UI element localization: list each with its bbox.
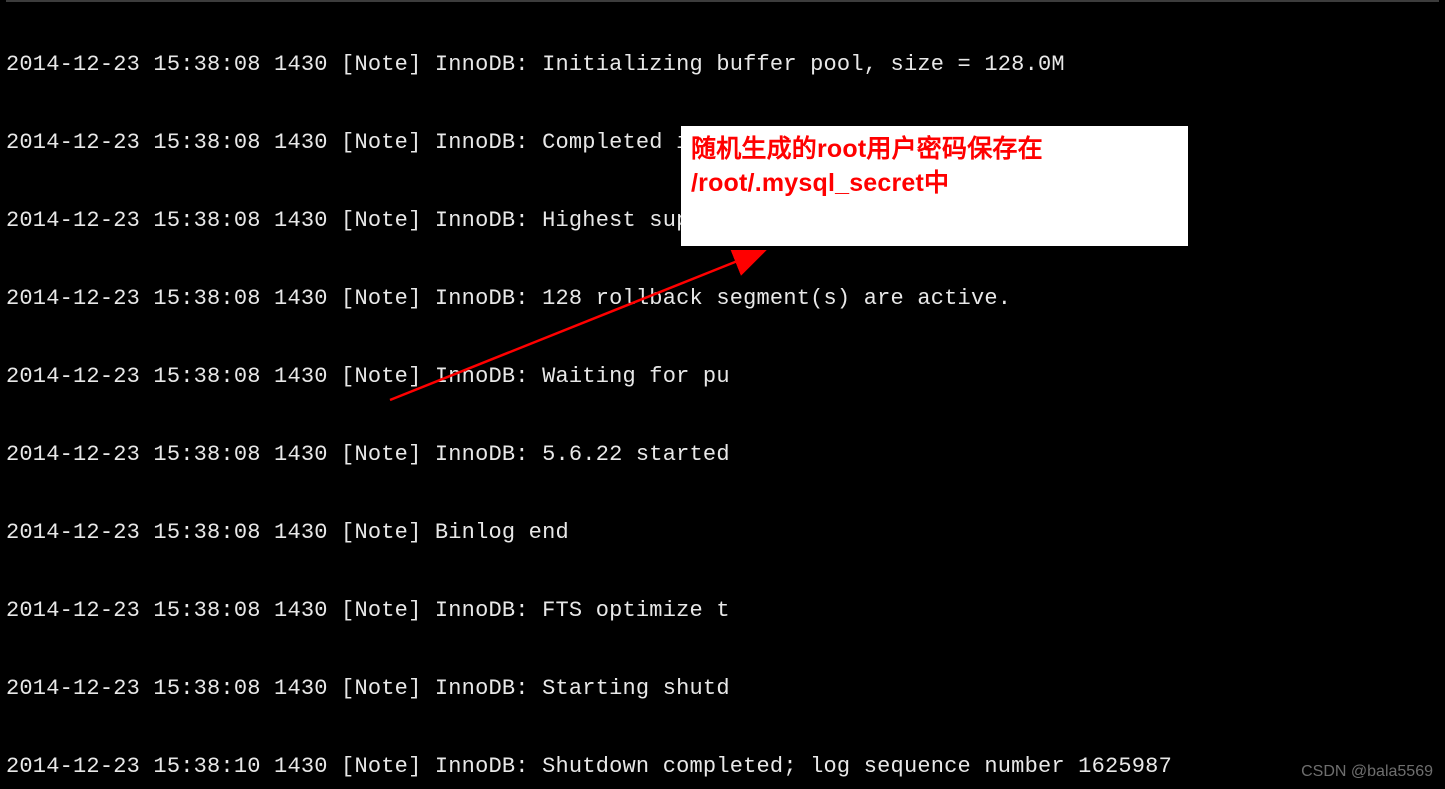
watermark: CSDN @bala5569	[1301, 763, 1433, 781]
annotation-line: 随机生成的root用户密码保存在	[691, 132, 1178, 166]
log-line: 2014-12-23 15:38:08 1430 [Note] InnoDB: …	[6, 442, 1439, 468]
terminal-output: 2014-12-23 15:38:08 1430 [Note] InnoDB: …	[6, 0, 1439, 789]
log-line: 2014-12-23 15:38:08 1430 [Note] InnoDB: …	[6, 286, 1439, 312]
log-line: 2014-12-23 15:38:10 1430 [Note] InnoDB: …	[6, 754, 1439, 780]
log-line: 2014-12-23 15:38:08 1430 [Note] InnoDB: …	[6, 676, 1439, 702]
log-line: 2014-12-23 15:38:08 1430 [Note] InnoDB: …	[6, 52, 1439, 78]
log-line: 2014-12-23 15:38:08 1430 [Note] InnoDB: …	[6, 598, 1439, 624]
annotation-callout: 随机生成的root用户密码保存在 /root/.mysql_secret中	[681, 126, 1188, 246]
log-line: 2014-12-23 15:38:08 1430 [Note] InnoDB: …	[6, 364, 1439, 390]
log-line: 2014-12-23 15:38:08 1430 [Note] Binlog e…	[6, 520, 1439, 546]
annotation-line: /root/.mysql_secret中	[691, 166, 1178, 200]
